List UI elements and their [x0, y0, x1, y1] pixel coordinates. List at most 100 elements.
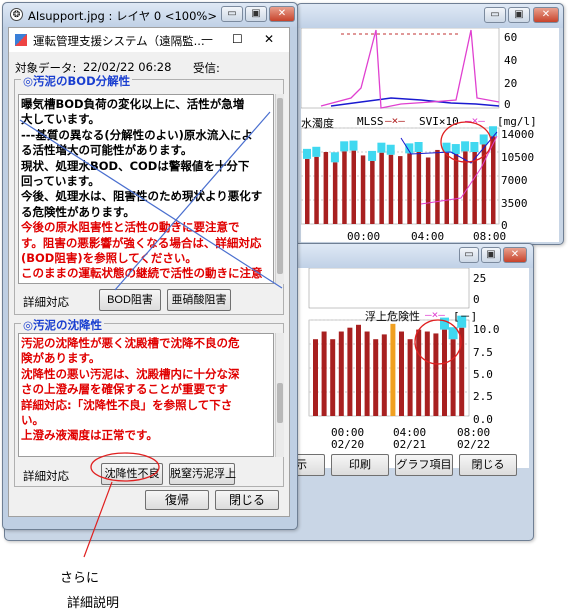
settling-warning-line: 沈降性の悪い汚泥は、沈殿槽内に十分な深 — [21, 366, 240, 381]
bod-detail-label: 詳細対応 — [23, 295, 69, 309]
upper-tick: 0 — [473, 293, 480, 306]
poor-settling-button[interactable]: 沈降性不良 — [101, 463, 163, 485]
bar — [491, 136, 496, 224]
legend-risk: 浮上危険性 — [365, 310, 420, 323]
legend-turbidity: 水濁度 — [301, 117, 334, 130]
section-settling-header: ◎汚泥の沈降性 — [21, 317, 105, 333]
bar — [313, 339, 318, 416]
close-dialog-button[interactable]: 閉じる — [215, 490, 279, 510]
bar — [373, 339, 379, 416]
legend-risk-unit: [－] — [453, 310, 478, 323]
settling-detail-label: 詳細対応 — [23, 469, 69, 483]
bar — [407, 339, 413, 416]
settling-scrollbar-thumb[interactable] — [277, 383, 283, 423]
bar-cap — [330, 152, 339, 163]
legend-mlss-swatch: —×— — [385, 114, 405, 127]
close-icon[interactable]: ✕ — [533, 7, 559, 23]
right-tick: 5.0 — [473, 368, 493, 381]
bar — [314, 156, 319, 224]
bar — [332, 162, 338, 224]
x-tick-date: 02/21 — [393, 438, 427, 451]
close-icon[interactable]: ✕ — [264, 32, 274, 46]
bar — [342, 151, 347, 224]
bod-message-line: 現状、処理水BOD、CODは警報値を十分下 — [21, 158, 250, 173]
print-button[interactable]: 印刷 — [331, 454, 389, 476]
legend-risk-swatch: —×— — [425, 308, 445, 321]
bar-cap — [368, 150, 377, 161]
bar — [356, 324, 361, 416]
image-viewer-title: AIsupport.jpg : レイヤ 0 <100%> — [28, 9, 217, 23]
bar — [433, 333, 439, 416]
upper-tick: 60 — [504, 31, 518, 44]
settling-warning-line: さの上澄み層を確保することが重要です — [21, 382, 228, 397]
close-button[interactable]: 閉じる — [459, 454, 517, 476]
close-icon[interactable]: ✕ — [269, 6, 295, 22]
bar — [388, 154, 394, 224]
bar-cap — [303, 148, 311, 159]
app-logo-icon — [15, 34, 27, 46]
section-bod-header: ◎汚泥のBOD分解性 — [21, 73, 133, 89]
settling-warning-line: 険があります。 — [21, 351, 101, 366]
bod-scrollbar[interactable] — [275, 94, 284, 284]
bar — [370, 160, 375, 224]
main-dialog-title: 運転管理支援システム（遠隔監... — [33, 34, 205, 48]
right-tick: 7.5 — [473, 346, 493, 359]
denitrification-float-button[interactable]: 脱窒汚泥浮上 — [169, 463, 236, 485]
bod-message-line: ---基質の異なる(分解性のよい)原水流入によ — [21, 127, 253, 142]
maximize-icon[interactable]: ▣ — [508, 7, 530, 23]
bar — [416, 152, 422, 224]
maximize-icon[interactable]: ☐ — [232, 32, 243, 46]
bod-warning-line: す。阻害の悪影響が強くなる場合は、詳細対応 — [21, 235, 262, 250]
settling-warning-line: 上澄み液濁度は正常です。 — [21, 428, 158, 443]
bar — [453, 154, 459, 224]
target-data-value: 22/02/22 06:28 — [83, 60, 172, 74]
upper-tick: 25 — [473, 272, 487, 285]
bod-message-line: る活性増大の可能性があります。 — [21, 143, 193, 158]
upper-tick: 40 — [504, 54, 518, 67]
settling-scrollbar[interactable] — [275, 333, 284, 457]
bar-cap — [448, 327, 458, 340]
right-tick: 3500 — [501, 197, 528, 210]
minimize-icon[interactable]: ▭ — [484, 7, 506, 23]
graph-items-button[interactable]: グラフ項目 — [395, 454, 453, 476]
bar — [338, 331, 344, 416]
image-viewer-window: ❂ AIsupport.jpg : レイヤ 0 <100%> ▭ ▣ ✕ 運転管… — [2, 2, 298, 530]
bar — [381, 334, 387, 416]
bar — [351, 150, 356, 224]
bod-scrollbar-thumb[interactable] — [277, 98, 283, 274]
bar — [323, 152, 329, 224]
x-tick-date: 02/22 — [457, 438, 491, 451]
minimize-icon[interactable]: — — [201, 32, 213, 46]
maximize-icon[interactable]: ▣ — [481, 247, 501, 263]
x-tick: 00:00 — [347, 230, 381, 243]
right-tick: 10.0 — [473, 323, 500, 336]
bar — [390, 323, 396, 416]
bar-cap — [461, 141, 470, 152]
bar-cap — [340, 141, 349, 152]
section-settling-textbox: 汚泥の沈降性が悪く沈殿槽で沈降不良の危 険があります。 沈降性の悪い汚泥は、沈殿槽内… — [18, 333, 274, 457]
restore-button[interactable]: 復帰 — [145, 490, 209, 510]
bod-inhibition-button[interactable]: BOD阻害 — [99, 289, 161, 311]
upper-tick: 20 — [504, 77, 518, 90]
nitrite-inhibition-button[interactable]: 亜硝酸阻害 — [167, 289, 231, 311]
bar-cap — [442, 142, 451, 153]
maximize-icon[interactable]: ▣ — [245, 6, 267, 22]
bar — [399, 331, 404, 416]
bod-warning-line: (BOD阻害)を参照してください。 — [21, 251, 197, 266]
bar-cap — [312, 146, 321, 157]
bod-message-line: 大しています。 — [21, 112, 101, 127]
legend-mlss: MLSS — [357, 115, 384, 128]
minimize-icon[interactable]: ▭ — [221, 6, 243, 22]
main-dialog: 運転管理支援システム（遠隔監... — ☐ ✕ 対象データ: 22/02/22 … — [8, 27, 290, 517]
bod-warning-line: このままの運転状態の継続で活性の動きに注意 — [21, 266, 263, 281]
bar-cap — [414, 142, 423, 152]
minimize-icon[interactable]: ▭ — [459, 247, 479, 263]
bar — [416, 329, 422, 416]
x-tick-date: 02/20 — [331, 438, 365, 451]
annotation-line2: 詳細説明 — [67, 596, 120, 611]
bar — [450, 339, 456, 416]
bar — [481, 144, 487, 224]
app-icon: ❂ — [10, 8, 23, 21]
close-icon[interactable]: ✕ — [503, 247, 527, 263]
bod-warning-line: してください。 — [21, 282, 263, 283]
